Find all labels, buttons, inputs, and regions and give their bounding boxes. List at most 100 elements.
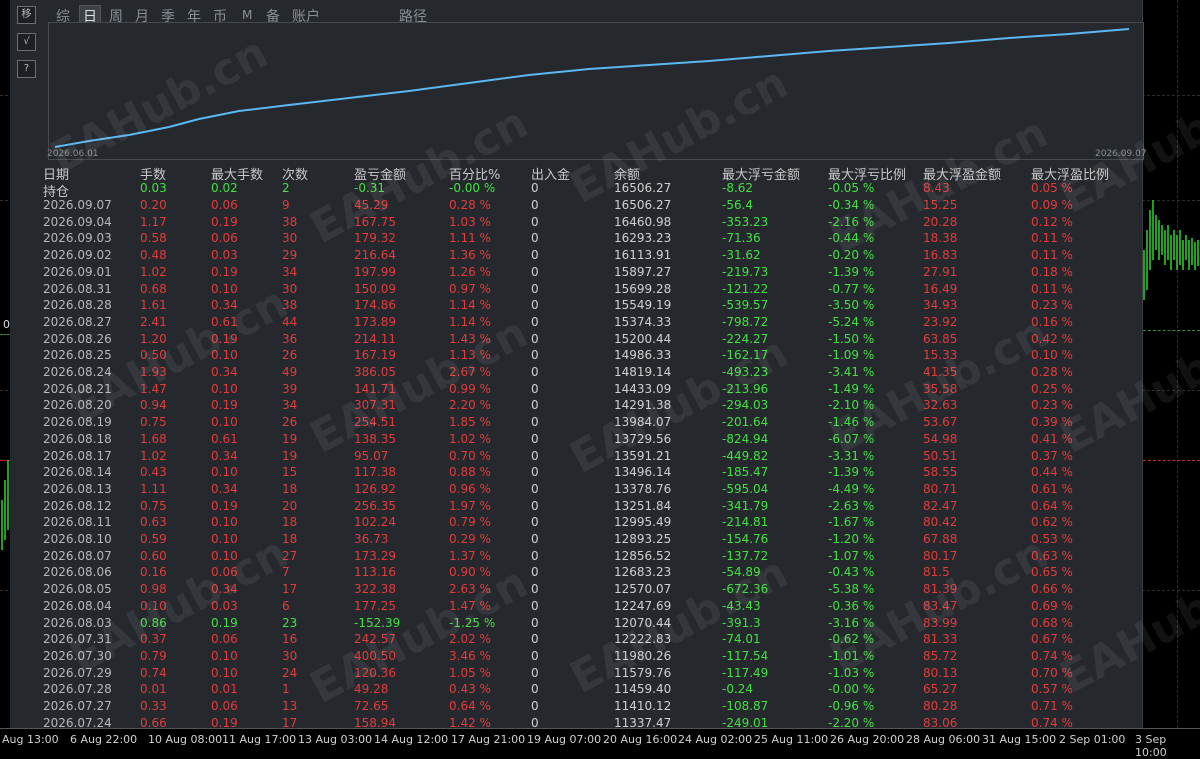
table-row[interactable]: 2026.07.28 0.01 0.01 1 49.28 0.43 % 0 11459.40 -… (10, 682, 1142, 699)
cell-pnl: 179.32 (354, 231, 396, 246)
table-row[interactable]: 2026.08.25 0.50 0.10 26 167.19 1.13 % 0 14986.3… (10, 348, 1142, 365)
table-row[interactable]: 2026.08.03 0.86 0.19 23 -152.39 -1.25 % 0 12070… (10, 616, 1142, 633)
cell-lots: 1.17 (140, 214, 167, 229)
cell-date: 2026.08.05 (43, 582, 112, 597)
cell-mdd: -117.49 (722, 665, 769, 680)
table-row[interactable]: 2026.08.12 0.75 0.19 20 256.35 1.97 % 0 13251.8… (10, 499, 1142, 516)
cell-pct: 0.29 % (449, 532, 491, 546)
cell-pnl: 102.24 (354, 515, 396, 530)
cell-mddp: -1.39 % (828, 465, 875, 480)
cell-io: 0 (531, 682, 539, 697)
cell-maxl: 0.10 (211, 381, 238, 396)
cell-pnl: 117.38 (354, 465, 396, 480)
table-row[interactable]: 2026.09.02 0.48 0.03 29 216.64 1.36 % 0 16113.9… (10, 248, 1142, 265)
cell-date: 2026.08.28 (43, 298, 112, 313)
cell-max-float-profit-pct: 0.05 % (1031, 181, 1073, 195)
table-row[interactable]: 2026.09.03 0.58 0.06 30 179.32 1.11 % 0 16293.2… (10, 231, 1142, 248)
table-row[interactable]: 2026.08.07 0.60 0.10 27 173.29 1.37 % 0 12856.5… (10, 549, 1142, 566)
cell-date: 2026.09.01 (43, 264, 112, 279)
move-button[interactable]: 移 (17, 6, 36, 24)
cell-maxl: 0.19 (211, 398, 238, 413)
cell-maxl: 0.10 (211, 548, 238, 563)
table-row[interactable]: 2026.07.29 0.74 0.10 24 120.36 1.05 % 0 11579.7… (10, 666, 1142, 683)
cell-mdd: -213.96 (722, 381, 769, 396)
cell-deposit: 0 (531, 181, 539, 195)
cell-mfpp: 0.16 % (1031, 314, 1073, 329)
table-row[interactable]: 2026.08.21 1.47 0.10 39 141.71 0.99 % 0 14433.0… (10, 382, 1142, 399)
cell-pct: 2.67 % (449, 365, 491, 379)
cell-mdd: -71.36 (722, 231, 761, 246)
cell-mdd: -108.87 (722, 699, 769, 713)
cell-io: 0 (531, 615, 539, 630)
cell-cnt: 39 (282, 381, 298, 396)
cell-bal: 14819.14 (614, 365, 672, 379)
cell-lots: 0.86 (140, 615, 167, 630)
table-row[interactable]: 2026.08.05 0.98 0.34 17 322.38 2.63 % 0 12570.0… (10, 582, 1142, 599)
table-row[interactable]: 2026.08.11 0.63 0.10 18 102.24 0.79 % 0 12995.4… (10, 515, 1142, 532)
table-row[interactable]: 2026.08.17 1.02 0.34 19 95.07 0.70 % 0 13591.21… (10, 449, 1142, 466)
bid-line (0, 334, 10, 335)
table-row[interactable]: 2026.08.14 0.43 0.10 15 117.38 0.88 % 0 13496.1… (10, 465, 1142, 482)
cell-mddp: -1.50 % (828, 331, 875, 346)
table-row[interactable]: 2026.08.24 1.93 0.34 49 386.05 2.67 % 0 14819.1… (10, 365, 1142, 382)
table-row[interactable]: 2026.08.10 0.59 0.10 18 36.73 0.29 % 0 12893.25… (10, 532, 1142, 549)
table-row[interactable]: 2026.08.28 1.61 0.34 38 174.86 1.14 % 0 15549.1… (10, 298, 1142, 315)
cell-bal: 16293.23 (614, 231, 672, 246)
cell-bal: 15200.44 (614, 331, 672, 346)
cell-mdd: -595.04 (722, 481, 769, 496)
cell-cnt: 26 (282, 415, 298, 430)
holding-row[interactable]: 持仓 0.03 0.02 2 -0.31 -0.00 % 0 16506.27 … (10, 181, 1142, 200)
cell-date: 2026.07.28 (43, 682, 112, 697)
cell-cnt: 13 (282, 699, 298, 713)
table-row[interactable]: 2026.07.30 0.79 0.10 30 400.50 3.46 % 0 11980.2… (10, 649, 1142, 666)
table-row[interactable]: 2026.08.26 1.20 0.19 36 214.11 1.43 % 0 15200.4… (10, 332, 1142, 349)
table-row[interactable]: 2026.08.18 1.68 0.61 19 138.35 1.02 % 0 13729.5… (10, 432, 1142, 449)
table-row[interactable]: 2026.09.07 0.20 0.06 9 45.29 0.28 % 0 16506.27 -… (10, 198, 1142, 215)
cell-pct: 0.70 % (449, 448, 491, 463)
equity-start-date: 2026.06.01 (47, 149, 99, 159)
cell-pnl: 126.92 (354, 481, 396, 496)
candles-right (1143, 200, 1199, 300)
cell-pct: 1.26 % (449, 264, 491, 279)
cell-maxl: 0.19 (211, 264, 238, 279)
cell-mfpp: 0.11 % (1031, 281, 1073, 296)
table-row[interactable]: 2026.08.27 2.41 0.61 44 173.89 1.14 % 0 15374.3… (10, 315, 1142, 332)
cell-bal: 12893.25 (614, 532, 672, 546)
cell-mfp: 80.28 (923, 699, 958, 713)
cell-maxl: 0.61 (211, 431, 238, 446)
bid-line (1143, 330, 1200, 331)
tab-magic[interactable]: M (242, 8, 252, 22)
cell-mddp: -2.63 % (828, 498, 875, 513)
cell-io: 0 (531, 214, 539, 229)
cell-bal: 12222.83 (614, 632, 672, 647)
table-row[interactable]: 2026.09.04 1.17 0.19 38 167.75 1.03 % 0 16460.9… (10, 215, 1142, 232)
cell-mdd: -672.36 (722, 582, 769, 597)
cell-pct: 1.97 % (449, 498, 491, 513)
time-axis-label: 28 Aug 06:00 (906, 733, 981, 746)
table-row[interactable]: 2026.08.13 1.11 0.34 18 126.92 0.96 % 0 13378.7… (10, 482, 1142, 499)
table-row[interactable]: 2026.09.01 1.02 0.19 34 197.99 1.26 % 0 15897.2… (10, 265, 1142, 282)
cell-mfpp: 0.23 % (1031, 398, 1073, 413)
table-row[interactable]: 2026.08.04 0.10 0.03 6 177.25 1.47 % 0 12247.69… (10, 599, 1142, 616)
cell-mfpp: 0.53 % (1031, 532, 1073, 546)
cell-mddp: -0.34 % (828, 198, 875, 212)
cell-cnt: 30 (282, 648, 298, 663)
cell-date: 2026.08.19 (43, 415, 112, 430)
table-row[interactable]: 2026.08.19 0.75 0.10 26 254.51 1.85 % 0 13984.0… (10, 415, 1142, 432)
cell-io: 0 (531, 582, 539, 597)
table-row[interactable]: 2026.08.06 0.16 0.06 7 113.16 0.90 % 0 12683.23… (10, 565, 1142, 582)
table-row[interactable]: 2026.07.31 0.37 0.06 16 242.57 2.02 % 0 12222.8… (10, 632, 1142, 649)
cell-cnt: 38 (282, 298, 298, 313)
help-button[interactable]: ? (17, 60, 36, 78)
time-axis: Aug 13:00 6 Aug 22:00 10 Aug 08:00 11 Aug 1… (0, 728, 1200, 759)
cell-date: 2026.07.31 (43, 632, 112, 647)
table-row[interactable]: 2026.08.31 0.68 0.10 30 150.09 0.97 % 0 15699.2… (10, 282, 1142, 299)
cell-bal: 15549.19 (614, 298, 672, 313)
cell-mfpp: 0.70 % (1031, 665, 1073, 680)
table-row[interactable]: 2026.08.20 0.94 0.19 34 307.31 2.20 % 0 14291.3… (10, 398, 1142, 415)
cell-date: 2026.07.29 (43, 665, 112, 680)
time-axis-label: 25 Aug 11:00 (754, 733, 829, 746)
check-button[interactable]: √ (17, 33, 36, 51)
cell-mfpp: 0.57 % (1031, 682, 1073, 697)
table-row[interactable]: 2026.07.27 0.33 0.06 13 72.65 0.64 % 0 11410.12… (10, 699, 1142, 716)
